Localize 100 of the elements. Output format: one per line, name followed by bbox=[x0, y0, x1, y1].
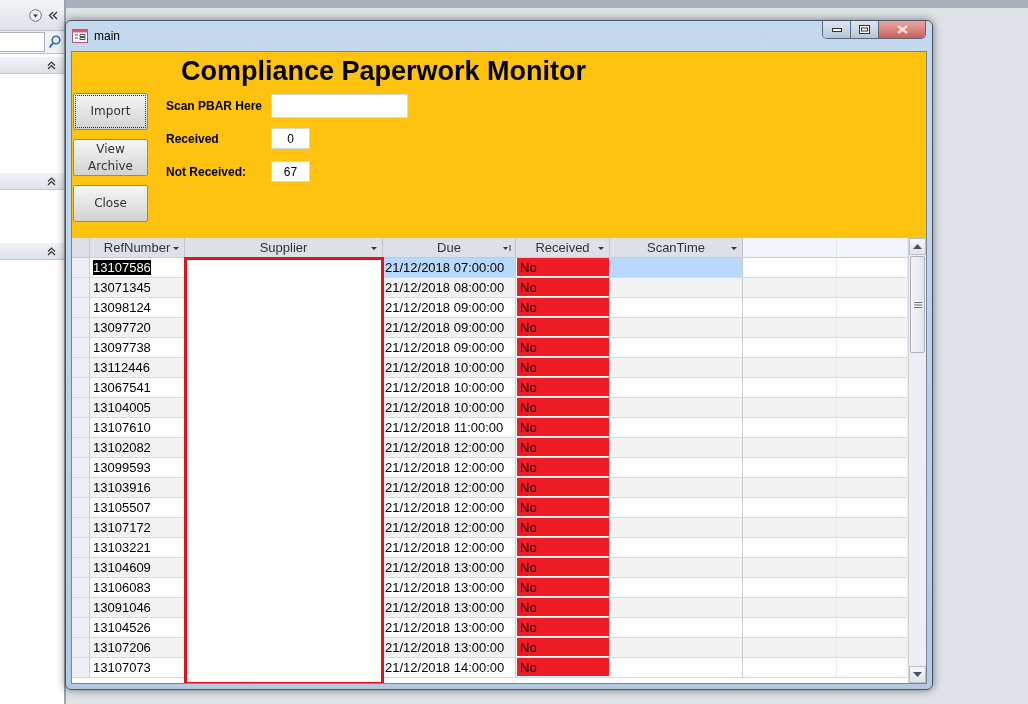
ref-number-cell: 13103221 bbox=[93, 540, 151, 555]
ref-number-cell: 13102082 bbox=[93, 440, 151, 455]
form-button[interactable]: Close bbox=[73, 185, 148, 222]
ref-number-cell: 13098124 bbox=[93, 300, 151, 315]
row-selector[interactable] bbox=[72, 458, 90, 477]
ref-number-cell: 13105507 bbox=[93, 500, 151, 515]
column-header[interactable]: Due bbox=[383, 238, 516, 257]
window-title: main bbox=[94, 29, 120, 43]
dropdown-arrow-icon[interactable] bbox=[370, 245, 378, 251]
received-cell: No bbox=[516, 298, 610, 317]
row-selector[interactable] bbox=[72, 418, 90, 437]
received-cell: No bbox=[516, 458, 610, 477]
received-cell: No bbox=[516, 318, 610, 337]
form-button[interactable]: View Archive bbox=[73, 139, 148, 176]
ref-number-cell: 13107172 bbox=[93, 520, 151, 535]
ref-number-cell: 13104609 bbox=[93, 560, 151, 575]
collapse-chevrons-icon[interactable] bbox=[48, 10, 58, 20]
field-label: Scan PBAR Here bbox=[166, 98, 264, 113]
row-selector[interactable] bbox=[72, 358, 90, 377]
received-cell: No bbox=[516, 478, 610, 497]
row-selector[interactable] bbox=[72, 638, 90, 657]
scan-input-field[interactable] bbox=[271, 93, 408, 118]
received-cell: No bbox=[516, 338, 610, 357]
received-cell: No bbox=[516, 378, 610, 397]
dropdown-arrow-icon[interactable] bbox=[730, 245, 738, 251]
received-cell: No bbox=[516, 498, 610, 517]
row-selector[interactable] bbox=[72, 538, 90, 557]
ref-number-cell: 13097720 bbox=[93, 320, 151, 335]
due-cell: 21/12/2018 07:00:00 bbox=[383, 258, 516, 277]
collapse-chevrons-icon[interactable] bbox=[47, 176, 56, 186]
received-cell: No bbox=[516, 418, 610, 437]
close-icon bbox=[896, 25, 908, 34]
row-selector[interactable] bbox=[72, 298, 90, 317]
scroll-up-icon[interactable] bbox=[913, 244, 922, 249]
row-selector[interactable] bbox=[72, 558, 90, 577]
row-selector[interactable] bbox=[72, 518, 90, 537]
collapse-chevrons-icon[interactable] bbox=[47, 60, 56, 70]
sort-ascending-icon[interactable] bbox=[503, 245, 511, 251]
search-icon[interactable] bbox=[48, 35, 61, 49]
row-selector[interactable] bbox=[72, 338, 90, 357]
received-cell: No bbox=[516, 638, 610, 657]
row-selector[interactable] bbox=[72, 258, 90, 277]
minimize-icon bbox=[831, 27, 842, 32]
form-title: Compliance Paperwork Monitor bbox=[181, 56, 587, 87]
count-field[interactable]: 67 bbox=[271, 161, 310, 182]
field-label: Received bbox=[166, 131, 220, 146]
ref-number-cell: 13067541 bbox=[93, 380, 151, 395]
received-cell: No bbox=[516, 618, 610, 637]
row-selector[interactable] bbox=[72, 658, 90, 677]
count-field[interactable]: 0 bbox=[271, 128, 310, 149]
ref-number-cell: 13112446 bbox=[93, 360, 150, 375]
form-icon bbox=[72, 29, 88, 43]
column-header[interactable]: RefNumber bbox=[90, 238, 185, 257]
ref-number-cell: 13071345 bbox=[93, 280, 151, 295]
received-cell: No bbox=[516, 538, 610, 557]
ref-number-cell: 13104526 bbox=[93, 620, 151, 635]
row-selector[interactable] bbox=[72, 438, 90, 457]
row-selector[interactable] bbox=[72, 478, 90, 497]
received-cell: No bbox=[516, 398, 610, 417]
received-cell: No bbox=[516, 598, 610, 617]
ref-number-cell: 13107073 bbox=[93, 660, 151, 675]
received-cell: No bbox=[516, 438, 610, 457]
ref-number-cell: 13099593 bbox=[93, 460, 151, 475]
row-selector[interactable] bbox=[72, 278, 90, 297]
ref-number-cell: 13107610 bbox=[93, 420, 151, 435]
row-selector[interactable] bbox=[72, 498, 90, 517]
ref-number-cell: 13103916 bbox=[93, 480, 151, 495]
restore-icon bbox=[859, 25, 870, 34]
received-cell: No bbox=[516, 658, 610, 677]
ref-number-cell: 13106083 bbox=[93, 580, 151, 595]
search-field[interactable] bbox=[0, 32, 45, 52]
vertical-scrollbar[interactable] bbox=[908, 238, 926, 683]
form-button[interactable]: Import bbox=[73, 93, 148, 130]
minimize-button[interactable] bbox=[823, 21, 851, 38]
collapse-chevrons-icon[interactable] bbox=[47, 246, 56, 256]
ref-number-cell: 13091046 bbox=[93, 600, 151, 615]
grip-icon[interactable] bbox=[913, 301, 922, 308]
ref-number-cell: 13097738 bbox=[93, 340, 151, 355]
dropdown-arrow-icon[interactable] bbox=[597, 245, 605, 251]
received-cell: No bbox=[516, 518, 610, 537]
row-selector[interactable] bbox=[72, 378, 90, 397]
received-cell: No bbox=[516, 258, 610, 277]
row-selector[interactable] bbox=[72, 318, 90, 337]
dropdown-circle-icon[interactable] bbox=[29, 8, 42, 22]
scroll-down-icon[interactable] bbox=[913, 672, 922, 677]
received-cell: No bbox=[516, 278, 610, 297]
restore-button[interactable] bbox=[851, 21, 879, 38]
row-selector[interactable] bbox=[72, 578, 90, 597]
row-selector[interactable] bbox=[72, 598, 90, 617]
ref-number-cell: 13104005 bbox=[93, 400, 151, 415]
received-cell: No bbox=[516, 558, 610, 577]
received-cell: No bbox=[516, 358, 610, 377]
row-selector[interactable] bbox=[72, 398, 90, 417]
received-cell: No bbox=[516, 578, 610, 597]
column-header[interactable]: Received bbox=[516, 238, 610, 257]
dropdown-arrow-icon[interactable] bbox=[172, 245, 180, 251]
ref-number-cell: 13107586 bbox=[93, 260, 151, 275]
ref-number-cell: 13107206 bbox=[93, 640, 151, 655]
field-label: Not Received: bbox=[166, 164, 248, 179]
row-selector[interactable] bbox=[72, 618, 90, 637]
